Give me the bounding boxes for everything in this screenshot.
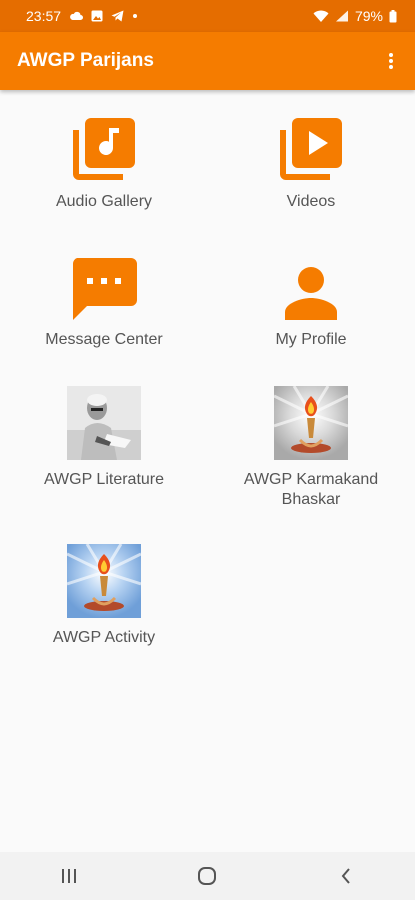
telegram-icon (111, 10, 124, 22)
cloud-icon (70, 11, 84, 20)
back-button[interactable] (316, 856, 376, 896)
tile-awgp-karmakand-bhaskar[interactable]: AWGP Karmakand Bhaskar (226, 386, 396, 510)
tile-audio-gallery[interactable]: Audio Gallery (19, 116, 189, 212)
system-nav-bar (0, 852, 415, 900)
signal-icon (335, 10, 348, 22)
tile-my-profile[interactable]: My Profile (226, 254, 396, 350)
tile-label: Audio Gallery (55, 193, 153, 210)
recents-icon (62, 869, 77, 883)
status-right: + 79% (313, 8, 397, 24)
more-vert-icon (389, 53, 393, 69)
recents-button[interactable] (39, 856, 99, 896)
portrait-photo (67, 386, 141, 460)
clock: 23:57 (26, 8, 62, 24)
tile-icon-wrap (19, 254, 189, 320)
home-icon (198, 867, 217, 885)
tile-icon-wrap (226, 254, 396, 320)
battery-percent: 79% (354, 8, 383, 24)
status-bar: 23:57 + 79% (0, 0, 415, 32)
tile-label: My Profile (275, 331, 347, 348)
dot-icon (133, 14, 138, 18)
tile-label: AWGP Activity (52, 629, 156, 646)
tile-icon-wrap (226, 116, 396, 182)
app-title: AWGP Parijans (17, 50, 154, 71)
status-left: 23:57 (26, 8, 138, 24)
tile-label: AWGP Karmakand Bhaskar (243, 471, 379, 508)
audio-library-icon (73, 118, 135, 180)
tile-icon-wrap (19, 116, 189, 182)
tile-message-center[interactable]: Message Center (19, 254, 189, 350)
battery-icon (389, 9, 397, 22)
tile-icon-wrap (226, 386, 396, 460)
app-bar: AWGP Parijans (0, 32, 415, 90)
overflow-menu-button[interactable] (381, 46, 401, 76)
torch-emblem (274, 386, 348, 460)
home-button[interactable] (177, 856, 237, 896)
tile-label: Message Center (45, 331, 163, 348)
back-icon (341, 868, 350, 884)
person-icon (285, 267, 337, 320)
message-icon (72, 258, 137, 320)
tile-awgp-literature[interactable]: AWGP Literature (19, 386, 189, 490)
image-icon (91, 10, 103, 22)
tile-icon-wrap (19, 544, 189, 618)
video-library-icon (280, 118, 342, 180)
svg-text:+: + (323, 18, 326, 23)
tile-label: AWGP Literature (43, 471, 165, 488)
tile-icon-wrap (19, 386, 189, 460)
tile-awgp-activity[interactable]: AWGP Activity (19, 544, 189, 648)
torch-emblem (67, 544, 141, 618)
tile-label: Videos (286, 193, 336, 210)
tile-videos[interactable]: Videos (226, 116, 396, 212)
wifi-icon: + (313, 10, 329, 23)
